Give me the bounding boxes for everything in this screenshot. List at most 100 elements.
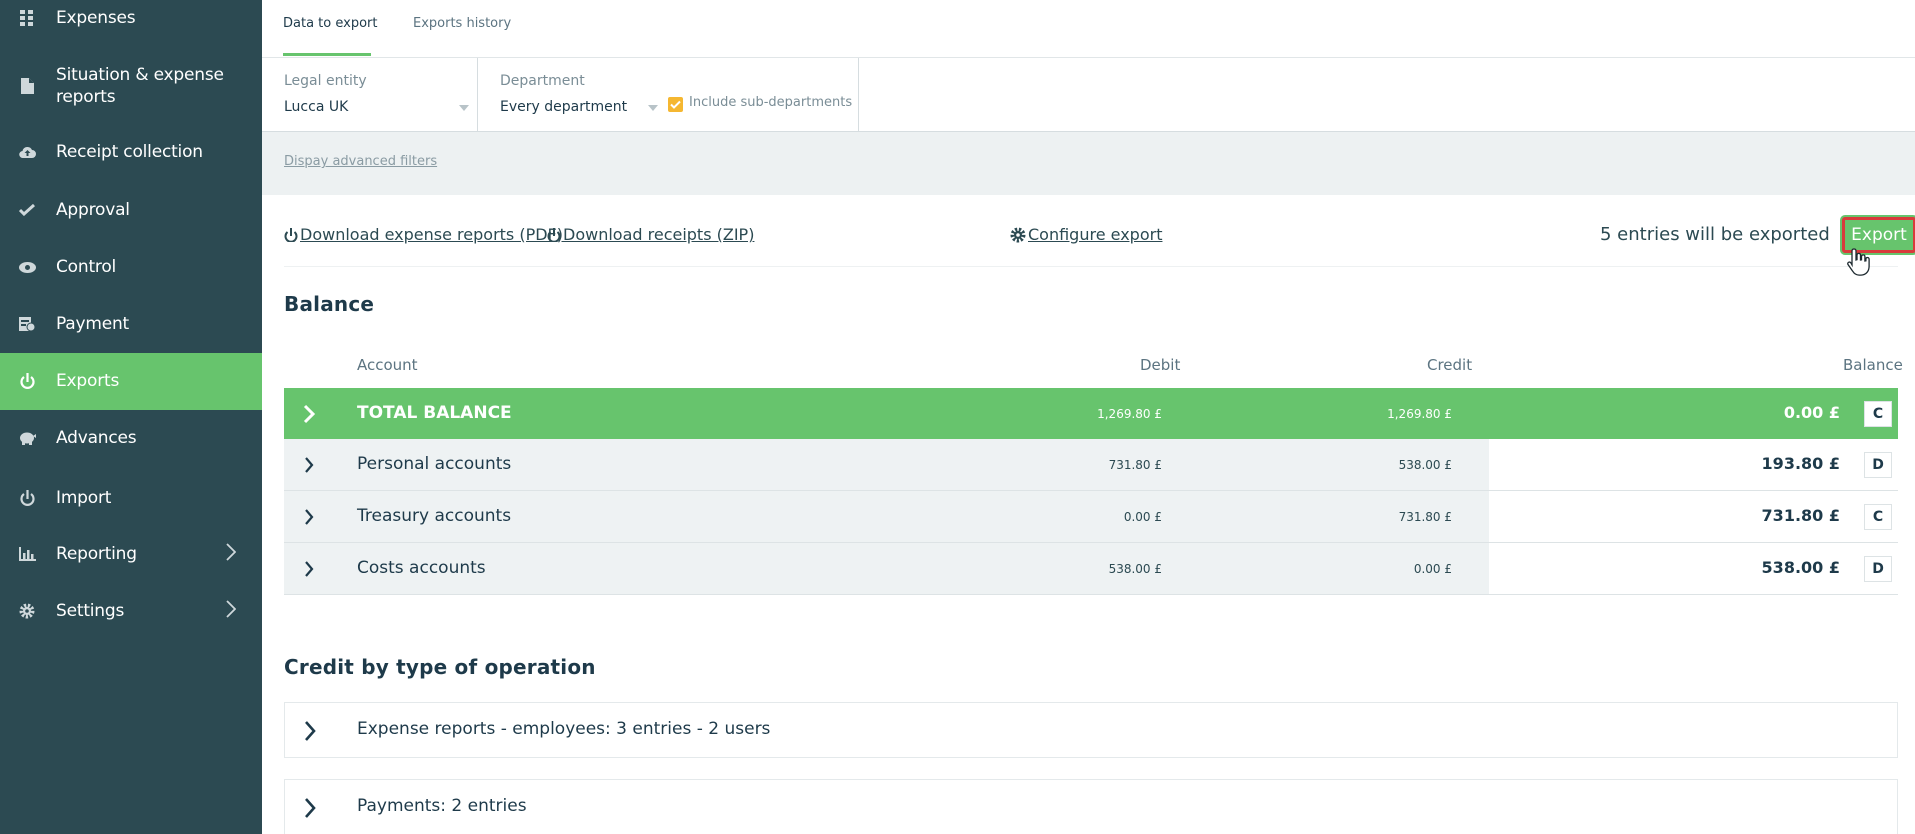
sidebar-item-payment[interactable]: Payment [0,311,262,337]
configure-export-link[interactable]: Configure export [1010,225,1162,244]
table-header: Account Debit Credit Balance [284,348,1903,388]
credit-value: 731.80 £ [1398,510,1452,524]
balance-table: Account Debit Credit Balance TOTAL BALAN… [284,348,1903,595]
account-name: Personal accounts [357,454,512,474]
document-icon [18,77,36,95]
bar-chart-icon [18,545,36,563]
sidebar: Expenses Situation & expense reports Rec… [0,0,262,834]
account-name: TOTAL BALANCE [357,403,512,423]
department-select[interactable]: Department Every department [478,58,668,131]
column-header-credit: Credit [1427,356,1473,374]
download-pdf-link[interactable]: Download expense reports (PDF) [284,225,563,244]
sidebar-item-settings[interactable]: Settings [0,598,262,624]
department-filter: Department Every department Include sub-… [478,58,859,131]
sidebar-item-import[interactable]: Import [0,485,262,511]
credit-debit-badge: C [1864,504,1892,530]
department-label: Department [500,73,585,89]
credit-debit-badge: D [1864,556,1892,582]
sidebar-item-label: Settings [56,601,125,621]
sidebar-item-situation-expense-reports[interactable]: Situation & expense reports [0,60,262,112]
sidebar-item-label: Receipt collection [56,142,203,162]
account-name: Treasury accounts [357,506,512,526]
advanced-filters-bar: Dispay advanced filters [262,132,1915,195]
sidebar-item-label: Import [56,488,112,508]
chevron-right-icon [305,798,316,818]
legal-entity-value: Lucca UK [284,99,349,115]
sidebar-item-reporting[interactable]: Reporting [0,541,262,567]
operation-type-item[interactable]: Expense reports - employees: 3 entries -… [284,702,1898,758]
sidebar-item-label: Reporting [56,544,137,564]
sidebar-item-approval[interactable]: Approval [0,197,262,223]
sidebar-item-label: Expenses [56,8,136,28]
tab-bar: Data to export Exports history [262,0,1915,58]
download-zip-link[interactable]: Download receipts (ZIP) [547,225,754,244]
download-icon [547,227,561,242]
filters-bar: Legal entity Lucca UK Department Every d… [262,58,1915,132]
tab-exports-history[interactable]: Exports history [413,16,511,31]
operation-type-label: Expense reports - employees: 3 entries -… [357,719,771,739]
sidebar-item-label: Control [56,257,117,277]
sidebar-item-label: Approval [56,200,130,220]
debit-value: 538.00 £ [1108,562,1162,576]
account-name: Costs accounts [357,558,486,578]
caret-down-icon [459,105,469,111]
credit-value: 0.00 £ [1413,562,1452,576]
sidebar-item-control[interactable]: Control [0,254,262,280]
operation-type-label: Payments: 2 entries [357,796,527,816]
tab-data-to-export[interactable]: Data to export [283,16,377,31]
export-icon [18,372,36,390]
eye-icon [18,258,36,276]
department-value: Every department [500,99,628,115]
balance-value: 731.80 £ [1761,506,1840,525]
credit-by-type-title: Credit by type of operation [284,655,596,679]
table-row[interactable]: Treasury accounts 0.00 £ 731.80 £ 731.80… [284,491,1898,543]
download-pdf-label: Download expense reports (PDF) [300,225,563,244]
balance-title: Balance [284,292,375,316]
caret-down-icon [648,105,658,111]
table-row-total-balance[interactable]: TOTAL BALANCE 1,269.80 £ 1,269.80 £ 0.00… [284,388,1898,439]
credit-debit-badge: C [1864,401,1892,427]
credit-value: 538.00 £ [1398,458,1452,472]
hand-cursor-icon [1847,248,1870,276]
chevron-right-icon[interactable] [302,455,316,475]
cloud-upload-icon [18,143,36,161]
legal-entity-select[interactable]: Legal entity Lucca UK [262,58,478,131]
legal-entity-label: Legal entity [284,73,367,89]
sidebar-item-label: Payment [56,314,130,334]
main-content: Data to export Exports history Legal ent… [262,0,1915,834]
payment-icon [18,315,36,333]
sidebar-item-label: Situation & expense reports [56,65,224,107]
credit-debit-badge: D [1864,452,1892,478]
sidebar-item-label: Advances [56,428,137,448]
chevron-right-icon [226,543,240,565]
table-row[interactable]: Costs accounts 538.00 £ 0.00 £ 538.00 £ … [284,543,1898,595]
display-advanced-filters-link[interactable]: Dispay advanced filters [284,154,437,169]
chevron-right-icon[interactable] [302,559,316,579]
export-actions-bar: Download expense reports (PDF) Download … [284,195,1915,276]
chevron-right-icon [226,600,240,622]
credit-value: 1,269.80 £ [1387,407,1452,421]
debit-value: 731.80 £ [1108,458,1162,472]
sidebar-item-label: Exports [56,371,120,391]
sidebar-item-advances[interactable]: Advances [0,425,262,451]
operation-type-item[interactable]: Payments: 2 entries [284,779,1898,834]
active-tab-indicator [283,53,371,56]
sidebar-item-exports[interactable]: Exports [0,353,262,410]
balance-value: 538.00 £ [1761,558,1840,577]
debit-value: 1,269.80 £ [1097,407,1162,421]
chevron-right-icon [305,721,316,741]
gear-icon [1010,227,1026,242]
include-sub-departments-checkbox[interactable] [668,97,683,112]
check-icon [18,201,36,219]
piggy-bank-icon [18,429,36,447]
configure-export-label: Configure export [1028,225,1163,244]
download-icon [284,227,298,242]
chevron-right-icon[interactable] [302,404,316,424]
grid-icon [18,9,36,27]
sidebar-item-expenses[interactable]: Expenses [0,5,262,31]
table-row[interactable]: Personal accounts 731.80 £ 538.00 £ 193.… [284,439,1898,491]
sidebar-item-receipt-collection[interactable]: Receipt collection [0,139,262,165]
chevron-right-icon[interactable] [302,507,316,527]
balance-value: 193.80 £ [1761,454,1840,473]
import-icon [18,489,36,507]
